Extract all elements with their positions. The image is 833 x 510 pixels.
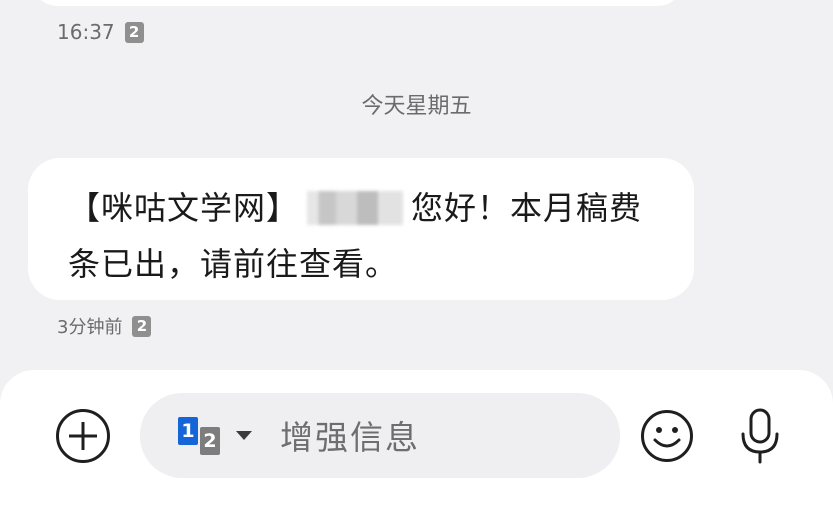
message-placeholder: 增强信息: [280, 418, 420, 457]
message-bubble[interactable]: 【咪咕文学网】 您好！本月稿费条已出，请前往查看。: [28, 158, 694, 300]
message-sender-tag: 【咪咕文学网】: [68, 189, 300, 227]
chevron-down-icon[interactable]: [236, 431, 252, 440]
sim-1-icon: 1: [178, 417, 198, 445]
add-icon[interactable]: [56, 409, 110, 463]
emoji-icon[interactable]: [640, 409, 694, 463]
sim-2-icon: 2: [200, 427, 220, 455]
redacted-name: [307, 191, 404, 225]
date-divider: 今天星期五: [361, 94, 472, 119]
sim-badge: 2: [132, 315, 152, 337]
previous-message-bubble[interactable]: [30, 0, 685, 6]
message-text: 【咪咕文学网】 您好！本月稿费条已出，请前往查看。: [68, 180, 668, 292]
previous-message-meta: 16:37 2: [57, 20, 144, 44]
message-time: 3分钟前: [57, 317, 123, 338]
microphone-icon[interactable]: [735, 408, 785, 464]
message-input[interactable]: 2 1 增强信息: [140, 393, 620, 478]
message-meta: 3分钟前 2: [57, 313, 152, 339]
sim-switch-icon[interactable]: 2 1: [178, 417, 236, 457]
sim-badge: 2: [124, 21, 144, 43]
previous-message-time: 16:37: [57, 20, 115, 44]
